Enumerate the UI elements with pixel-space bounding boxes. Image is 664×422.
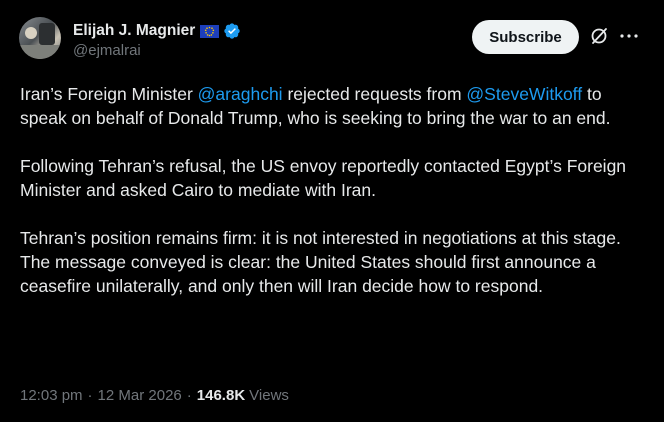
tweet-text-segment: rejected requests from [282, 84, 467, 104]
meta-separator: · [87, 387, 93, 404]
tweet-meta: 12:03 pm · 12 Mar 2026 · 146.8K Views [20, 387, 289, 404]
author-handle[interactable]: @ejmalrai [73, 42, 141, 59]
mention-link[interactable]: @araghchi [198, 84, 283, 104]
tweet-text: Iran’s Foreign Minister @araghchi reject… [20, 82, 650, 322]
tweet-text-segment: Iran’s Foreign Minister [20, 84, 198, 104]
grok-icon[interactable] [589, 26, 609, 46]
subscribe-button[interactable]: Subscribe [472, 20, 579, 54]
author-avatar[interactable] [19, 17, 61, 59]
tweet-time[interactable]: 12:03 pm [20, 387, 83, 404]
mention-link[interactable]: @SteveWitkoff [466, 84, 582, 104]
views-label: Views [249, 387, 289, 404]
author-name-row: Elijah J. Magnier [73, 20, 241, 42]
verified-badge-icon[interactable] [223, 22, 241, 40]
tweet-paragraph: Tehran’s position remains firm: it is no… [20, 228, 621, 296]
views-count[interactable]: 146.8K [197, 387, 245, 404]
eu-flag-icon [200, 24, 220, 38]
meta-separator: · [186, 387, 192, 404]
avatar-photo-detail [19, 45, 61, 59]
tweet-paragraph: Iran’s Foreign Minister @araghchi reject… [20, 82, 650, 130]
avatar-photo-detail [25, 27, 37, 39]
more-options-icon[interactable] [618, 26, 640, 46]
author-name[interactable]: Elijah J. Magnier [73, 22, 195, 40]
tweet-paragraph: Following Tehran’s refusal, the US envoy… [20, 156, 627, 200]
avatar-photo-detail [39, 23, 55, 45]
tweet-date[interactable]: 12 Mar 2026 [98, 387, 182, 404]
